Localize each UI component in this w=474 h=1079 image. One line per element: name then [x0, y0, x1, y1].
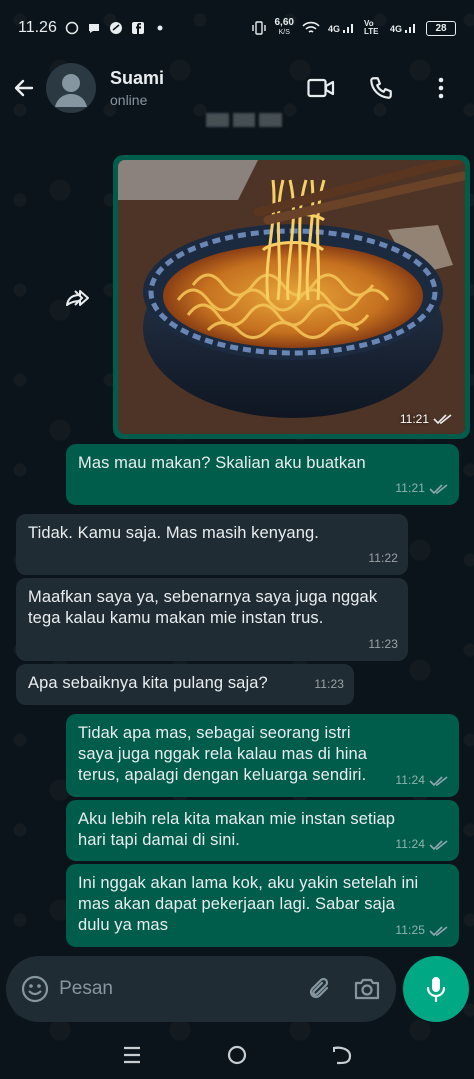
menu-lines-icon: [124, 1046, 141, 1063]
system-navigation-bar: [0, 1030, 474, 1079]
message-meta: 11:23: [368, 637, 398, 651]
attach-button[interactable]: [304, 972, 335, 1006]
image-message[interactable]: 11:21: [113, 155, 470, 439]
video-camera-icon: [307, 78, 335, 98]
chat-notification-icon: [88, 24, 99, 33]
signal-2: 4G: [390, 22, 418, 34]
circle-home-icon: [227, 1045, 247, 1064]
message-bubble-outgoing[interactable]: Ini nggak akan lama kok, aku yakin setel…: [66, 864, 459, 947]
more-options-button[interactable]: [426, 73, 456, 103]
message-meta: 11:21: [395, 478, 449, 499]
message-bubble-outgoing[interactable]: Aku lebih rela kita makan mie instan set…: [66, 800, 459, 861]
arrow-left-icon: [14, 79, 34, 97]
facebook-icon: [131, 22, 144, 34]
system-back-button[interactable]: [322, 1035, 362, 1075]
message-text: Tidak apa mas, sebagai seorang istri say…: [78, 724, 368, 784]
forward-arrow-icon: [66, 290, 89, 306]
vibrate-icon: [251, 21, 266, 35]
message-text: Mas mau makan? Skalian aku buatkan: [78, 454, 366, 472]
vertical-dots-icon: [438, 77, 444, 99]
contact-info[interactable]: Suami online: [110, 68, 164, 108]
signal-1: 4G: [328, 22, 356, 34]
message-bubble-incoming[interactable]: Tidak. Kamu saja. Mas masih kenyang. 11:…: [16, 514, 408, 575]
voice-message-button[interactable]: [403, 956, 469, 1022]
message-text: Tidak. Kamu saja. Mas masih kenyang.: [28, 524, 319, 542]
message-meta: 11:25: [395, 920, 449, 941]
message-text: Maafkan saya ya, sebenarnya saya juga ng…: [28, 588, 378, 627]
double-check-icon: [429, 483, 448, 494]
status-time: 11.26: [18, 19, 57, 36]
contact-avatar[interactable]: [46, 63, 96, 113]
whatsapp-notification-icon: [65, 21, 79, 35]
more-notifications-dot-icon: [157, 25, 163, 31]
message-meta: 11:22: [368, 551, 398, 565]
voice-call-button[interactable]: [366, 73, 396, 103]
contact-status: online: [110, 92, 148, 108]
microphone-icon: [426, 977, 446, 1003]
status-bar: 11.26 6,60 K/S 4G Vo LTE 4G 28: [0, 0, 474, 56]
battery-indicator: 28: [426, 20, 456, 36]
default-avatar-icon: [55, 74, 87, 107]
message-bubble-incoming[interactable]: Apa sebaiknya kita pulang saja? 11:23: [16, 664, 354, 705]
paperclip-icon: [309, 977, 328, 999]
emoji-button[interactable]: [20, 973, 49, 1005]
contact-name: Suami: [110, 68, 165, 88]
message-bubble-incoming[interactable]: Maafkan saya ya, sebenarnya saya juga ng…: [16, 578, 408, 661]
forward-button[interactable]: [58, 280, 98, 316]
message-input[interactable]: [59, 978, 305, 1000]
image-timestamp: 11:21: [400, 412, 453, 426]
signal-bars-icon: [342, 24, 353, 33]
message-bubble-outgoing[interactable]: Mas mau makan? Skalian aku buatkan 11:21: [66, 444, 459, 505]
signal-bars-icon: [405, 24, 415, 33]
return-arrow-icon: [332, 1046, 351, 1064]
back-button[interactable]: [4, 68, 44, 108]
wifi-icon: [302, 21, 320, 33]
noodles-photo[interactable]: 11:21: [118, 160, 465, 434]
message-meta: 11:24: [395, 770, 449, 791]
volte-label: Vo LTE: [363, 19, 379, 36]
chat-header: Suami online: [0, 56, 474, 120]
double-check-icon: [429, 839, 448, 850]
camera-button[interactable]: [351, 972, 382, 1006]
noodle-bowl-image: [118, 160, 465, 434]
message-bubble-outgoing[interactable]: Tidak apa mas, sebagai seorang istri say…: [66, 714, 459, 797]
network-speed: 6,60 K/S: [274, 17, 294, 37]
message-meta: 11:24: [395, 834, 449, 855]
home-button[interactable]: [217, 1035, 257, 1075]
message-text: Ini nggak akan lama kok, aku yakin setel…: [78, 874, 419, 934]
message-text: Aku lebih rela kita makan mie instan set…: [78, 810, 396, 849]
message-text: Apa sebaiknya kita pulang saja?: [28, 674, 268, 692]
video-call-button[interactable]: [306, 73, 336, 103]
double-check-icon: [429, 775, 448, 786]
recent-apps-button[interactable]: [112, 1035, 152, 1075]
camera-icon: [354, 978, 379, 1000]
app-notification-icon: [109, 22, 122, 34]
phone-icon: [370, 77, 392, 99]
message-composer: [6, 956, 396, 1022]
message-meta: 11:23: [314, 677, 344, 691]
double-check-icon: [429, 925, 448, 936]
smiley-icon: [21, 975, 48, 1003]
double-check-icon: [433, 414, 452, 425]
